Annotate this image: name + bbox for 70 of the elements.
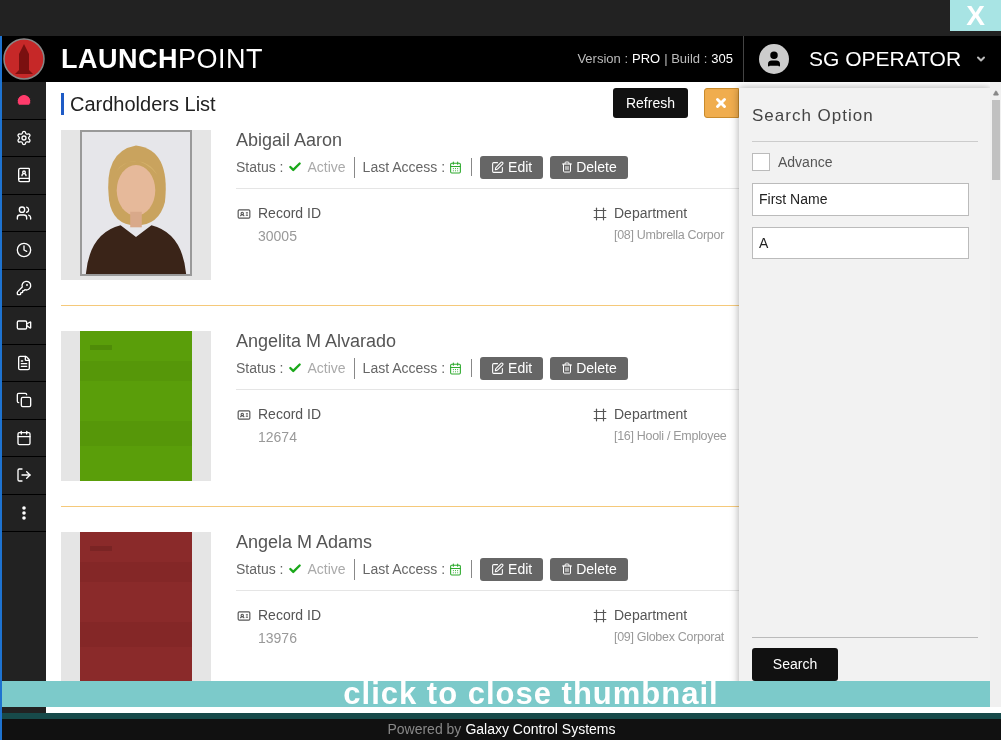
field-select[interactable]: First Name xyxy=(752,182,969,216)
status-label: Status : xyxy=(236,559,284,579)
department-value: [08] Umbrella Corpor xyxy=(614,227,725,244)
status-label: Status : xyxy=(236,157,284,177)
department-icon xyxy=(592,608,608,623)
department-icon xyxy=(592,407,608,422)
delete-button[interactable]: Delete xyxy=(550,155,628,179)
record-id-value: 30005 xyxy=(258,227,298,246)
status-label: Status : xyxy=(236,358,284,378)
calendar-icon xyxy=(449,361,463,375)
department-label: Department xyxy=(614,405,688,424)
scrollbar-thumb[interactable] xyxy=(991,100,1000,180)
status-value: Active xyxy=(307,357,355,379)
id-card-icon xyxy=(236,206,252,221)
department-label: Department xyxy=(614,606,688,625)
cardholder-name: Abigail Aaron xyxy=(236,129,344,151)
check-icon xyxy=(288,562,303,576)
build-value: 305 xyxy=(711,50,733,69)
edit-icon xyxy=(491,361,505,375)
scroll-up-icon xyxy=(992,90,999,96)
delete-button[interactable]: Delete xyxy=(550,356,628,380)
logo-icon xyxy=(3,38,45,80)
advance-label: Advance xyxy=(778,152,833,172)
close-icon xyxy=(714,96,728,110)
footer-prefix: Powered by xyxy=(387,720,462,739)
edit-icon xyxy=(491,160,505,174)
edit-button[interactable]: Edit xyxy=(480,356,544,380)
id-card-icon xyxy=(236,608,252,623)
version-value: PRO xyxy=(632,50,661,69)
last-access-label: Last Access : xyxy=(362,157,446,177)
calendar-icon xyxy=(449,160,463,174)
delete-button[interactable]: Delete xyxy=(550,557,628,581)
calendar-icon xyxy=(449,562,463,576)
department-value: [16] Hooli / Employee xyxy=(614,428,727,445)
advance-checkbox[interactable] xyxy=(752,153,770,171)
search-button[interactable]: Search xyxy=(752,648,838,681)
trash-icon xyxy=(561,563,574,575)
id-card-icon xyxy=(236,407,252,422)
cardholder-name: Angelita M Alvarado xyxy=(236,330,398,352)
close-panel-button[interactable] xyxy=(704,88,739,118)
record-id-label: Record ID xyxy=(258,405,322,424)
last-access-label: Last Access : xyxy=(362,358,446,378)
footer-company: Galaxy Control Systems xyxy=(465,720,616,739)
edit-button[interactable]: Edit xyxy=(480,155,544,179)
record-id-label: Record ID xyxy=(258,204,322,223)
status-value: Active xyxy=(307,156,355,178)
refresh-button[interactable]: Refresh xyxy=(612,88,688,118)
search-field[interactable]: A xyxy=(752,226,969,259)
department-icon xyxy=(592,206,608,221)
cardholder-name: Angela M Adams xyxy=(236,531,374,553)
record-id-value: 13976 xyxy=(258,629,298,648)
panel-title: Search Option xyxy=(752,105,875,127)
record-id-value: 12674 xyxy=(258,428,298,447)
edit-icon xyxy=(491,562,505,576)
check-icon xyxy=(288,160,303,174)
status-value: Active xyxy=(307,558,355,580)
page-title: Cardholders List xyxy=(61,93,216,115)
record-id-label: Record ID xyxy=(258,606,322,625)
last-access-label: Last Access : xyxy=(362,559,446,579)
department-value: [09] Globex Corporat xyxy=(614,629,725,646)
user-menu[interactable]: SG OPERATOR xyxy=(744,36,1001,82)
trash-icon xyxy=(561,362,574,374)
trash-icon xyxy=(561,161,574,173)
brand-title: LAUNCHPOINT xyxy=(61,42,263,76)
build-label: | Build : xyxy=(664,50,708,69)
check-icon xyxy=(288,361,303,375)
edit-button[interactable]: Edit xyxy=(480,557,544,581)
department-label: Department xyxy=(614,204,688,223)
version-label: Version : xyxy=(577,50,628,69)
user-icon xyxy=(765,50,783,68)
